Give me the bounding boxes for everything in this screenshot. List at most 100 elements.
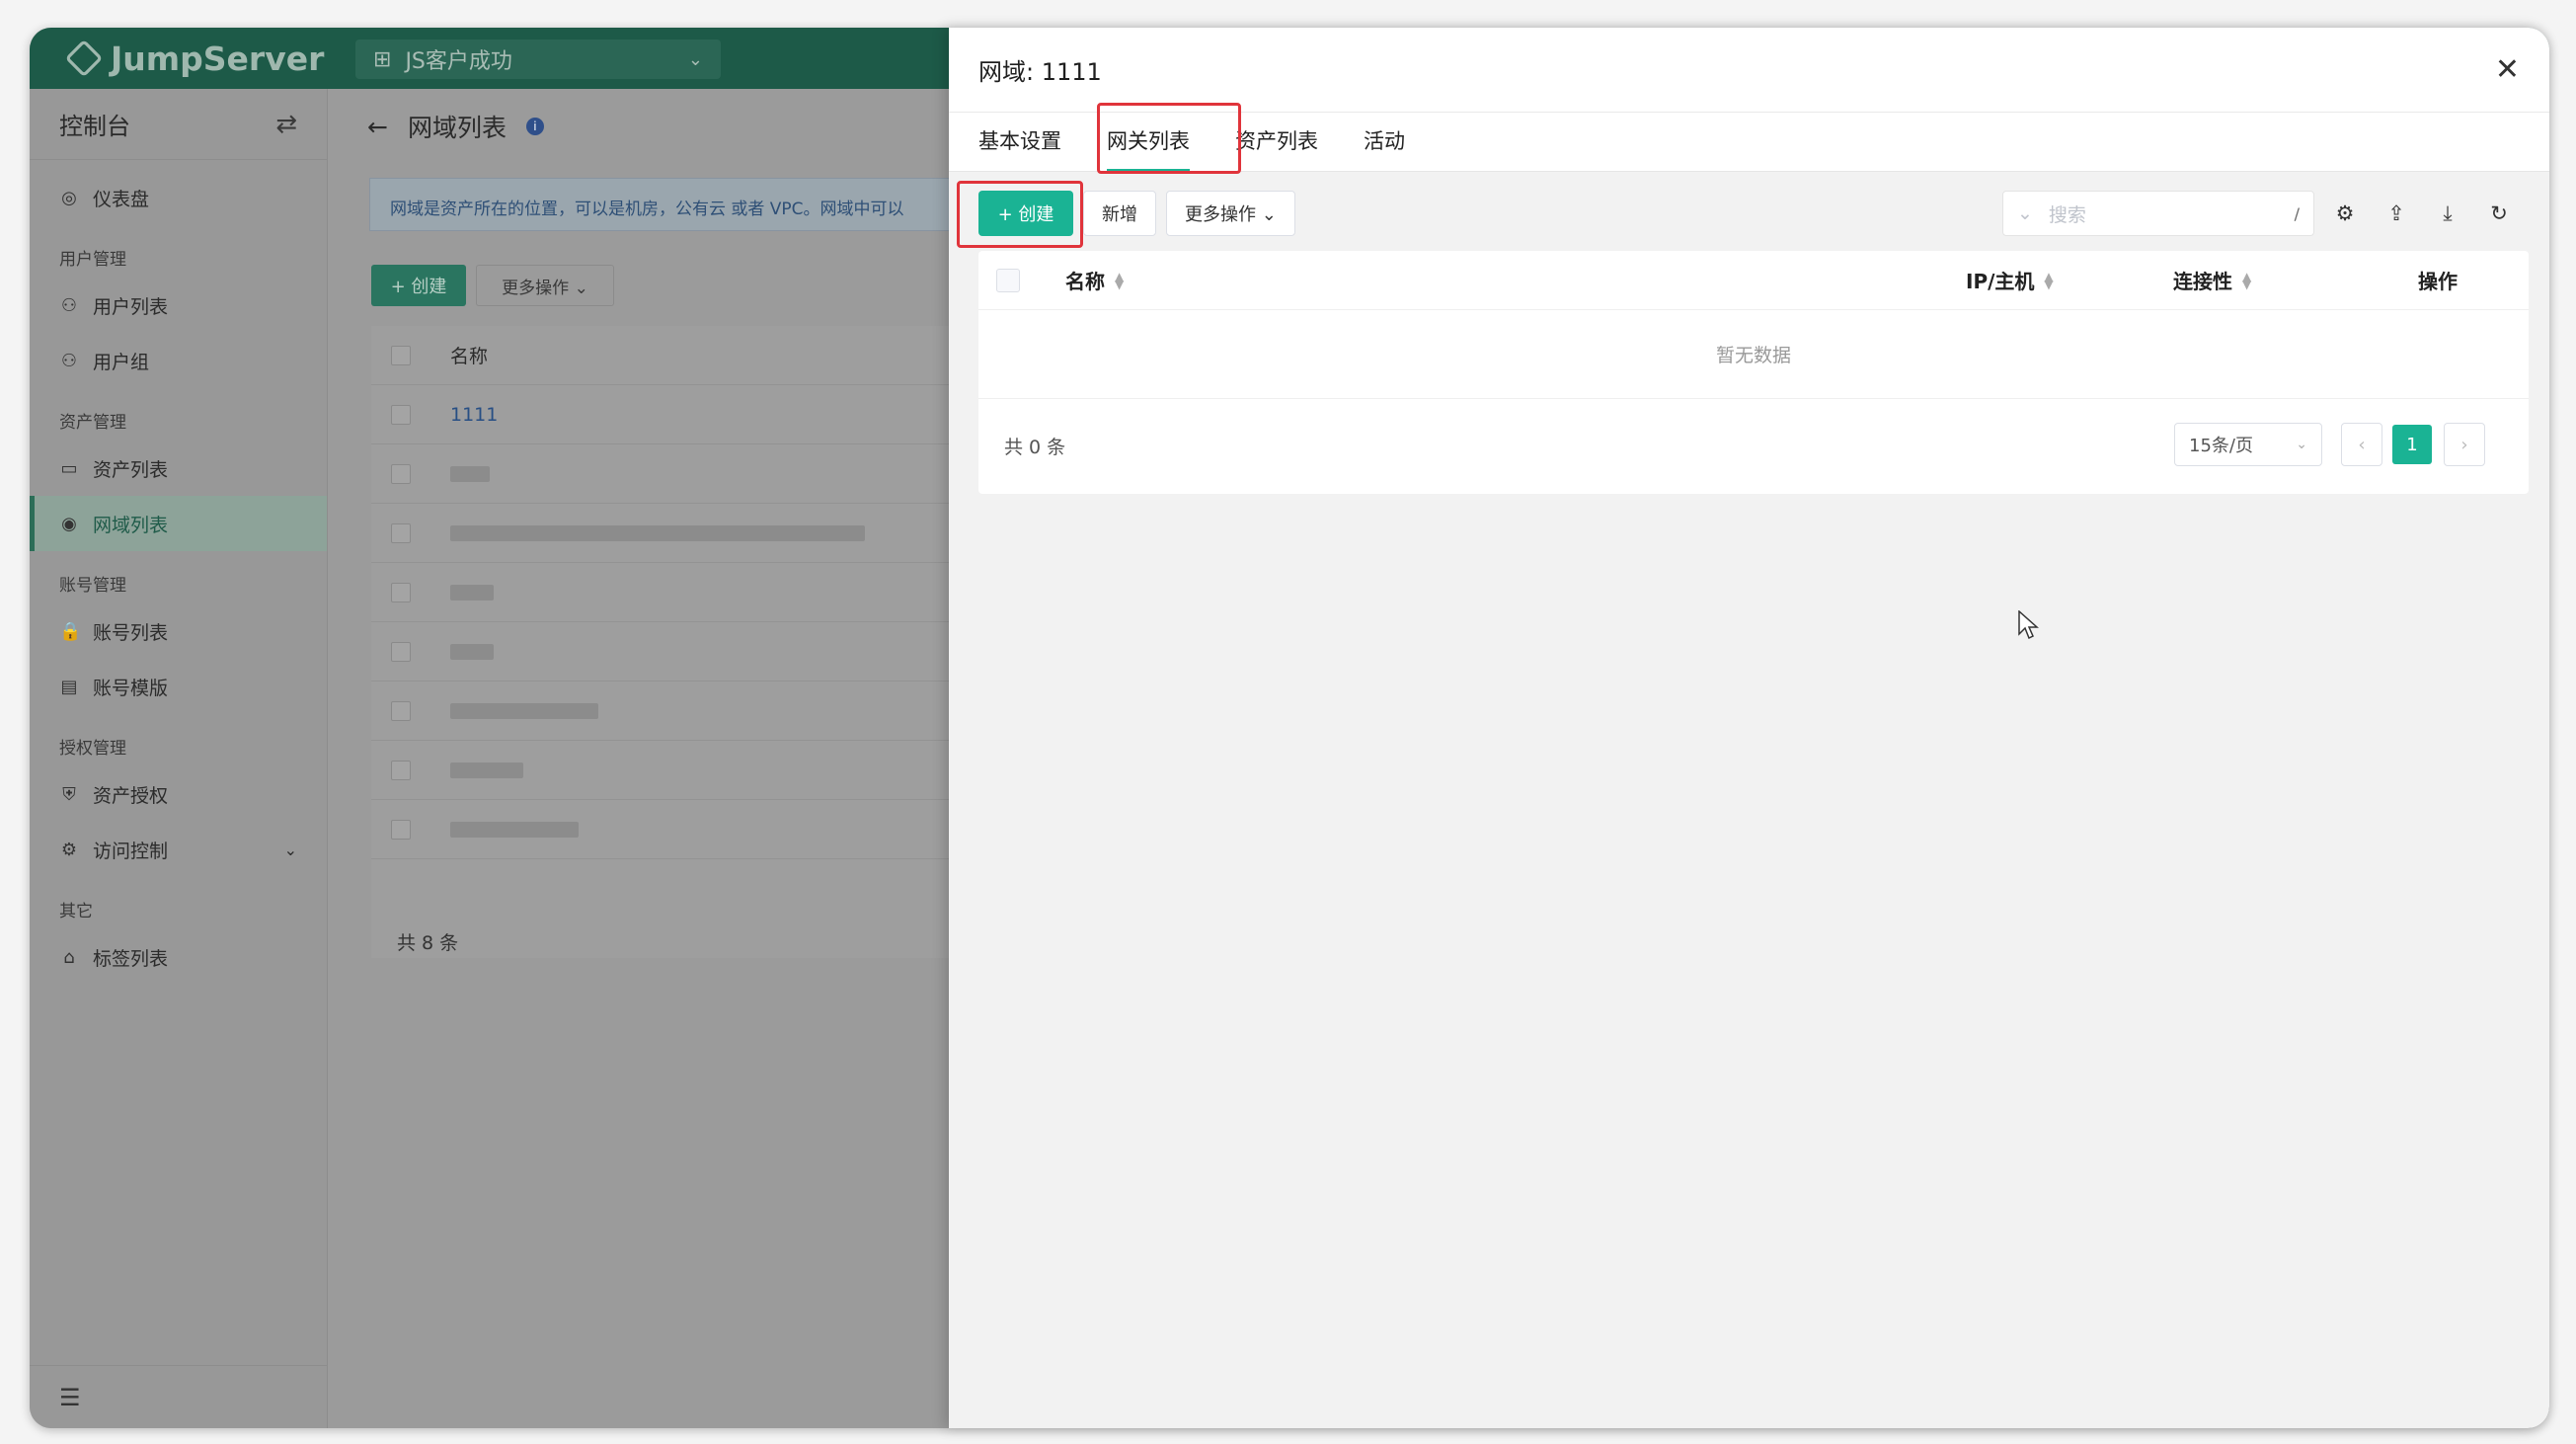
select-all-checkbox[interactable] [996, 268, 1020, 292]
template-icon: ▤ [60, 676, 78, 697]
swap-icon[interactable]: ⇄ [275, 110, 297, 139]
info-icon: i [525, 118, 544, 135]
logo-mark-icon [64, 39, 104, 78]
search-shortcut: / [2294, 203, 2300, 223]
bg-total-count: 共 8 条 [397, 932, 459, 954]
sidebar-header: 控制台 ⇄ [30, 89, 327, 160]
row-checkbox[interactable] [391, 760, 411, 780]
row-checkbox[interactable] [391, 641, 411, 662]
tab-activity[interactable]: 活动 [1364, 125, 1405, 171]
chevron-down-icon: ⌄ [283, 840, 297, 859]
next-page-button[interactable]: › [2444, 423, 2485, 466]
filter-chevron-icon[interactable]: ⌄ [2017, 202, 2033, 224]
blurred-text [450, 584, 494, 601]
logo-text: JumpServer [111, 39, 325, 78]
bg-page-title: ← 网域列表 i [367, 109, 544, 144]
sidebar-item[interactable]: ⚇ 用户组 [30, 333, 327, 388]
column-actions-label: 操作 [2418, 270, 2458, 293]
sidebar-item[interactable]: 🔒 账号列表 [30, 603, 327, 659]
page-size-select[interactable]: 15条/页 ⌄ [2174, 423, 2322, 466]
lock-icon: 🔒 [59, 620, 82, 642]
monitor-icon: ▭ [60, 457, 78, 479]
bg-more-actions-button[interactable]: 更多操作 ⌄ [476, 265, 614, 306]
sort-icon: ▲ ▼ [2044, 269, 2054, 291]
blurred-text [450, 465, 490, 482]
sidebar-item-label: 访问控制 [93, 840, 169, 862]
sidebar-item-label: 资产授权 [93, 784, 169, 807]
access-control-icon: ⚙ [60, 839, 78, 860]
close-icon[interactable]: ✕ [2495, 52, 2520, 87]
row-checkbox[interactable] [391, 463, 411, 484]
drawer-title: 网域: 1111 [978, 58, 1102, 86]
sidebar-group-label: 用户管理 [59, 250, 126, 270]
column-connectivity[interactable]: 连接性 ▲ ▼ [2173, 266, 2251, 294]
sidebar-item-label: 账号模版 [93, 677, 169, 699]
sidebar-item[interactable]: ⌂ 标签列表 [30, 929, 327, 985]
sidebar-group-label: 账号管理 [59, 576, 126, 596]
logo: JumpServer [64, 39, 325, 78]
download-icon[interactable]: ⤓ [2427, 201, 2468, 226]
sidebar-item[interactable]: ◉ 网域列表 [30, 496, 327, 551]
row-checkbox[interactable] [391, 819, 411, 840]
sidebar-item[interactable]: ⚙ 访问控制 ⌄ [30, 822, 327, 877]
sidebar-item[interactable]: ▭ 资产列表 [30, 441, 327, 496]
row-checkbox[interactable] [391, 404, 411, 425]
sidebar-item[interactable]: ⚇ 用户列表 [30, 278, 327, 333]
sidebar: 控制台 ⇄ ◎ 仪表盘 用户管理 ⚇ 用户列表 ⚇ 用户组 资产管理 ▭ 资产列表 ◉ 网域列表 账号管… [30, 89, 328, 1428]
chevron-down-icon: ⌄ [2296, 437, 2307, 452]
refresh-icon[interactable]: ↻ [2478, 201, 2520, 225]
more-actions-button[interactable]: 更多操作 ⌄ [1166, 191, 1295, 236]
sidebar-item[interactable]: ⛨ 资产授权 [30, 766, 327, 822]
sidebar-item-label: 账号列表 [93, 621, 169, 644]
column-connectivity-label: 连接性 [2173, 270, 2232, 293]
tab-gateway-list[interactable]: 网关列表 [1107, 125, 1190, 172]
sidebar-menu: ◎ 仪表盘 用户管理 ⚇ 用户列表 ⚇ 用户组 资产管理 ▭ 资产列表 ◉ 网域列表 账号管理 🔒 账号列表… [30, 160, 327, 985]
user-icon: ⚇ [60, 294, 78, 316]
create-button[interactable]: + 创建 [978, 191, 1073, 236]
sidebar-item-label: 网域列表 [93, 514, 169, 536]
total-count: 共 0 条 [1004, 437, 1066, 458]
column-ip-host-label: IP/主机 [1966, 270, 2035, 293]
gateway-table: 名称 ▲ ▼ IP/主机 ▲ ▼ 连接性 ▲ ▼ 操作 暂无数据 共 0 条 15条/… [978, 251, 2529, 494]
sidebar-group-label: 其它 [59, 902, 93, 922]
org-selector[interactable]: ⊞ JS客户成功 ⌄ [355, 40, 721, 79]
row-checkbox[interactable] [391, 522, 411, 543]
sidebar-item-label: 标签列表 [93, 947, 169, 970]
sort-icon: ▲ ▼ [1115, 269, 1125, 291]
sidebar-item[interactable]: ◎ 仪表盘 [30, 170, 327, 225]
dashboard-icon: ◎ [61, 187, 77, 208]
domain-icon: ◉ [61, 513, 77, 534]
add-button[interactable]: 新增 [1083, 191, 1156, 236]
org-name: JS客户成功 [405, 49, 512, 74]
blurred-text [450, 702, 598, 719]
bg-row-link[interactable]: 1111 [450, 404, 498, 426]
settings-icon[interactable]: ⚙ [2324, 201, 2366, 225]
back-arrow-icon[interactable]: ← [367, 113, 388, 141]
empty-state: 暂无数据 [978, 310, 2529, 399]
bg-select-all-checkbox[interactable] [391, 345, 411, 365]
bg-column-name: 名称 [450, 346, 489, 367]
sort-icon: ▲ ▼ [2242, 269, 2252, 291]
sidebar-item[interactable]: ▤ 账号模版 [30, 659, 327, 714]
drawer-tabs: 基本设置 网关列表 资产列表 活动 [949, 113, 2549, 172]
page-number-current[interactable]: 1 [2392, 425, 2432, 464]
sidebar-item-label: 仪表盘 [93, 188, 150, 210]
tab-asset-list[interactable]: 资产列表 [1235, 125, 1318, 171]
page-size-value: 15条/页 [2189, 436, 2253, 456]
tab-basic-settings[interactable]: 基本设置 [978, 125, 1061, 171]
row-checkbox[interactable] [391, 582, 411, 602]
upload-icon[interactable]: ⇪ [2376, 201, 2417, 225]
sidebar-item-label: 资产列表 [93, 458, 169, 481]
bg-title-text: 网域列表 [407, 114, 507, 142]
shield-icon: ⛨ [62, 783, 76, 805]
column-name[interactable]: 名称 ▲ ▼ [1065, 266, 1124, 294]
search-input[interactable]: ⌄ 搜索 / [2002, 191, 2314, 236]
bg-create-button[interactable]: + 创建 [371, 265, 466, 306]
column-ip-host[interactable]: IP/主机 ▲ ▼ [1966, 266, 2054, 294]
row-checkbox[interactable] [391, 700, 411, 721]
sidebar-item-label: 用户列表 [93, 295, 169, 318]
collapse-menu-icon[interactable]: ☰ [30, 1365, 327, 1428]
prev-page-button[interactable]: ‹ [2341, 423, 2382, 466]
tag-icon: ⌂ [63, 946, 75, 968]
column-actions: 操作 [2418, 266, 2458, 294]
